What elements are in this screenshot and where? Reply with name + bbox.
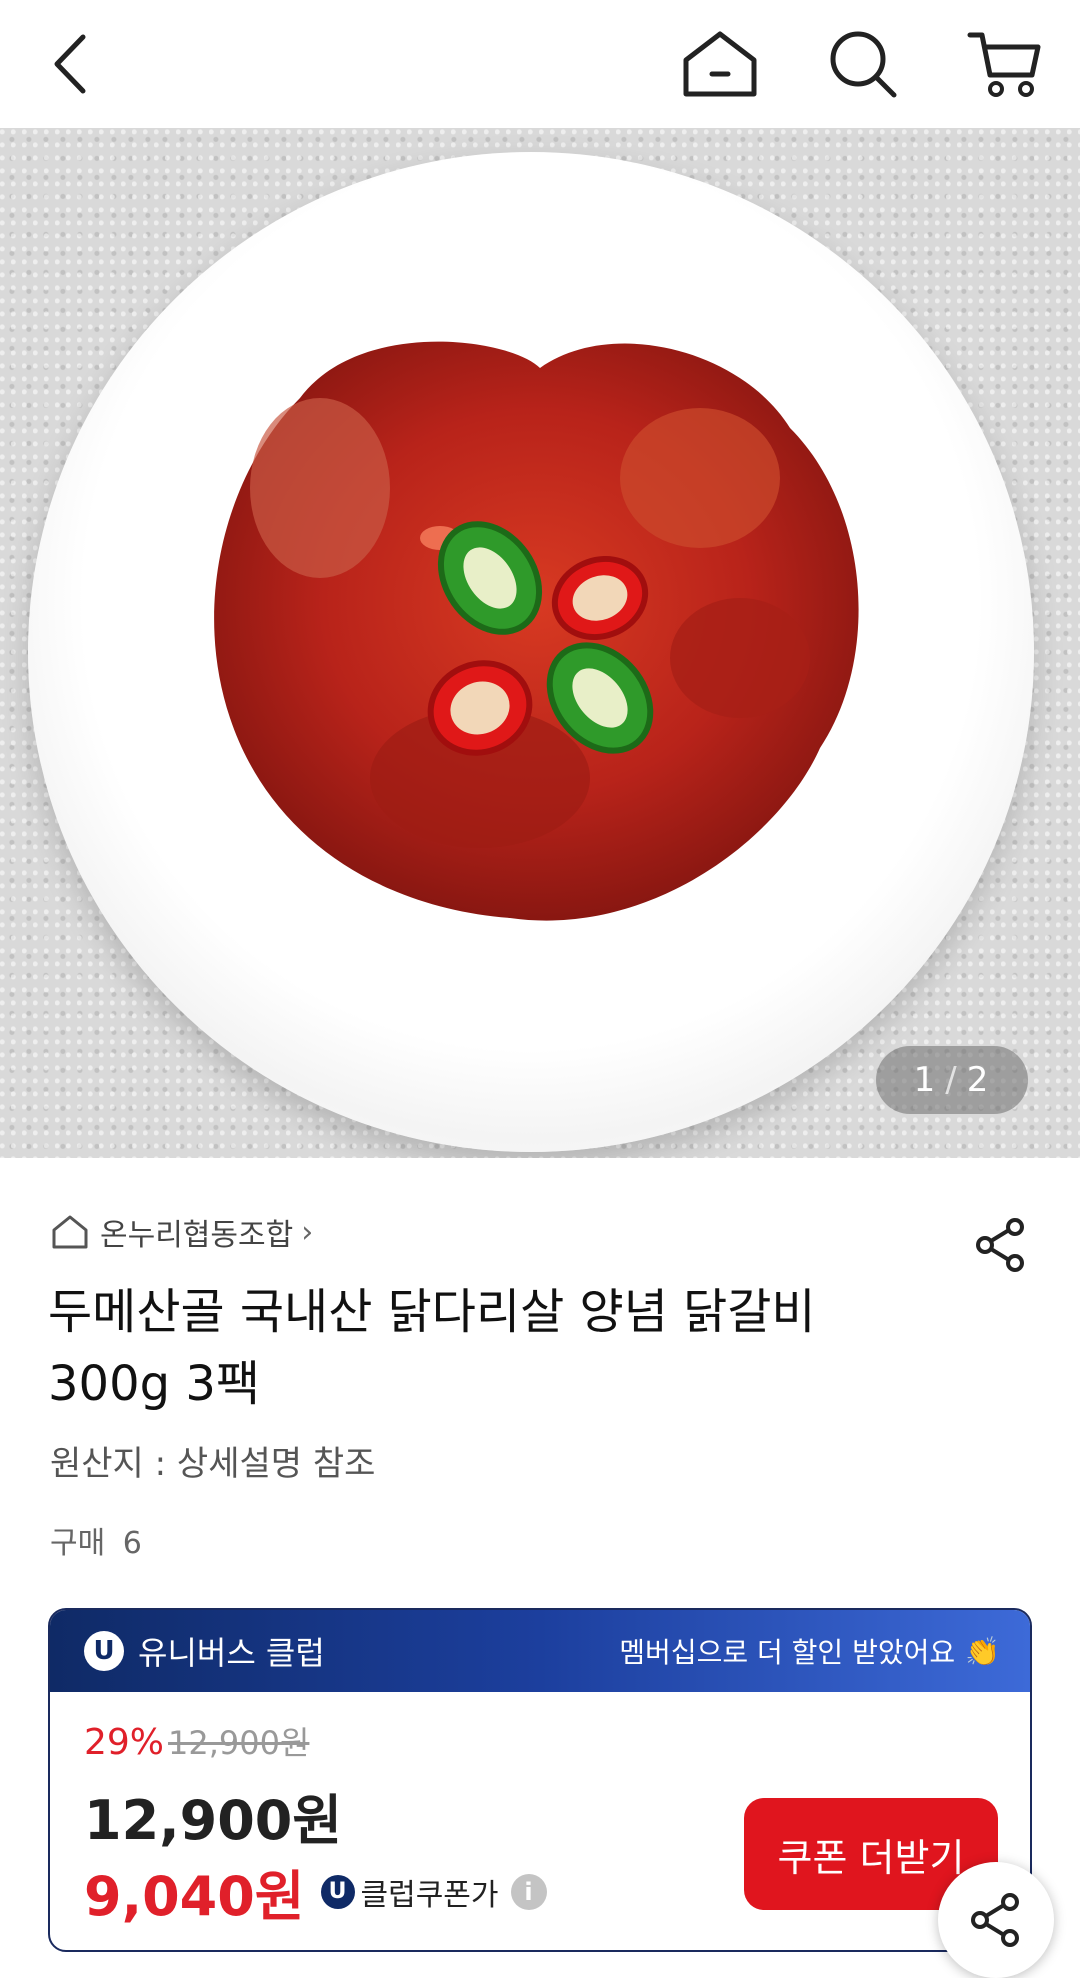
seller-link[interactable]: 온누리협동조합 ›: [50, 1210, 313, 1254]
dakgalbi-image: [214, 341, 859, 921]
pager-current: 1: [913, 1060, 938, 1100]
club-u-icon: U: [320, 1874, 355, 1909]
product-title: 두메산골 국내산 닭다리살 양념 닭갈비 300g 3팩: [48, 1284, 816, 1412]
club-header: U 유니버스 클럽 멤버십으로 더 할인 받았어요 👏: [50, 1610, 1030, 1692]
purchase-label: 구매: [50, 1526, 106, 1561]
sale-price: 12,900원: [84, 1789, 343, 1852]
back-icon[interactable]: [20, 18, 120, 110]
image-pager: 1 / 2: [876, 1046, 1028, 1114]
shop-icon: [52, 1215, 88, 1249]
chevron-right-icon: ›: [301, 1214, 314, 1250]
purchase-count: 구매 6: [50, 1518, 142, 1562]
pager-total: 2: [966, 1060, 991, 1100]
club-message-text: 멤버십으로 더 할인 받았어요: [619, 1636, 956, 1669]
info-icon[interactable]: i: [510, 1873, 547, 1910]
discount-rate: 29%: [84, 1722, 165, 1763]
floating-share-button[interactable]: [938, 1862, 1054, 1978]
seller-name: 온누리협동조합: [100, 1218, 294, 1253]
pager-separator: /: [945, 1060, 959, 1100]
coupon-price-label: 클럽쿠폰가: [360, 1877, 499, 1913]
top-navigation-bar: [0, 0, 1080, 128]
coupon-price: 9,040원: [84, 1865, 305, 1928]
share-icon: [971, 1893, 1019, 1947]
purchase-number: 6: [122, 1526, 142, 1561]
club-coupon-price-row: 9,040원 U 클럽쿠폰가 i: [84, 1852, 547, 1931]
discount-row: 29% 12,900원: [84, 1718, 309, 1764]
cart-icon[interactable]: [955, 18, 1055, 110]
club-message: 멤버십으로 더 할인 받았어요 👏: [619, 1631, 1000, 1671]
universe-club-card: U 유니버스 클럽 멤버십으로 더 할인 받았어요 👏 29% 12,900원 …: [48, 1608, 1032, 1952]
original-price: 12,900원: [168, 1724, 310, 1762]
search-icon[interactable]: [813, 18, 913, 110]
clap-icon: 👏: [965, 1634, 1000, 1668]
club-name: 유니버스 클럽: [138, 1634, 325, 1672]
club-badge-icon: U: [84, 1631, 124, 1671]
product-origin: 원산지 : 상세설명 참조: [50, 1444, 376, 1484]
club-price-section: 29% 12,900원 12,900원 9,040원 U 클럽쿠폰가 i 쿠폰 …: [50, 1692, 1030, 1950]
share-icon[interactable]: [966, 1210, 1036, 1280]
product-image-gallery[interactable]: 1 / 2: [0, 128, 1080, 1158]
home-icon[interactable]: [670, 18, 770, 110]
